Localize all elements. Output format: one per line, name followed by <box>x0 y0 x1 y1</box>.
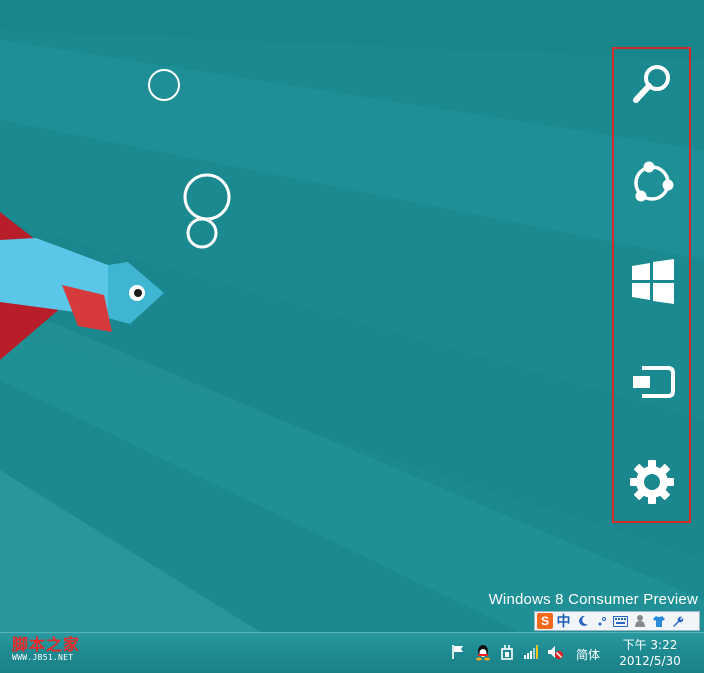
devices-charm[interactable] <box>614 347 689 417</box>
windows-logo-icon <box>631 259 674 304</box>
search-charm[interactable] <box>614 49 689 119</box>
ime-toolbar: S 中 <box>534 611 700 631</box>
share-icon <box>633 161 673 202</box>
volume-muted-icon[interactable] <box>546 643 564 661</box>
build-watermark: Windows 8 Consumer Preview <box>488 591 698 608</box>
flag-icon[interactable] <box>450 643 468 661</box>
shirt-icon[interactable] <box>650 613 667 630</box>
clock[interactable]: 下午 3:22 2012/5/30 <box>612 637 688 669</box>
punctuation-icon[interactable] <box>593 613 610 630</box>
user-icon[interactable] <box>631 613 648 630</box>
site-logo: 脚本之家 WWW.JB51.NET <box>10 633 92 669</box>
ime-mode-button[interactable]: 中 <box>555 613 572 630</box>
wrench-icon[interactable] <box>669 613 686 630</box>
search-icon <box>632 65 670 103</box>
site-logo-url: WWW.JB51.NET <box>12 653 74 662</box>
keyboard-icon[interactable] <box>612 613 629 630</box>
clock-date: 2012/5/30 <box>619 654 681 668</box>
desktop: Windows 8 Consumer Preview S 中 <box>0 0 704 632</box>
share-charm[interactable] <box>614 148 689 218</box>
moon-icon[interactable] <box>574 613 591 630</box>
clock-time: 下午 3:22 <box>622 638 678 652</box>
gear-icon <box>629 460 674 504</box>
charms-bar <box>612 47 691 523</box>
devices-icon <box>632 366 675 398</box>
site-logo-text: 脚本之家 <box>12 635 81 654</box>
network-icon[interactable] <box>522 643 540 661</box>
power-icon[interactable] <box>498 643 516 661</box>
qq-icon[interactable] <box>474 643 492 661</box>
start-charm[interactable] <box>614 247 689 317</box>
input-language-indicator[interactable]: 简体 <box>576 646 600 663</box>
fish-illustration <box>0 212 164 360</box>
settings-charm[interactable] <box>614 447 689 517</box>
ime-logo-button[interactable]: S <box>537 613 553 629</box>
